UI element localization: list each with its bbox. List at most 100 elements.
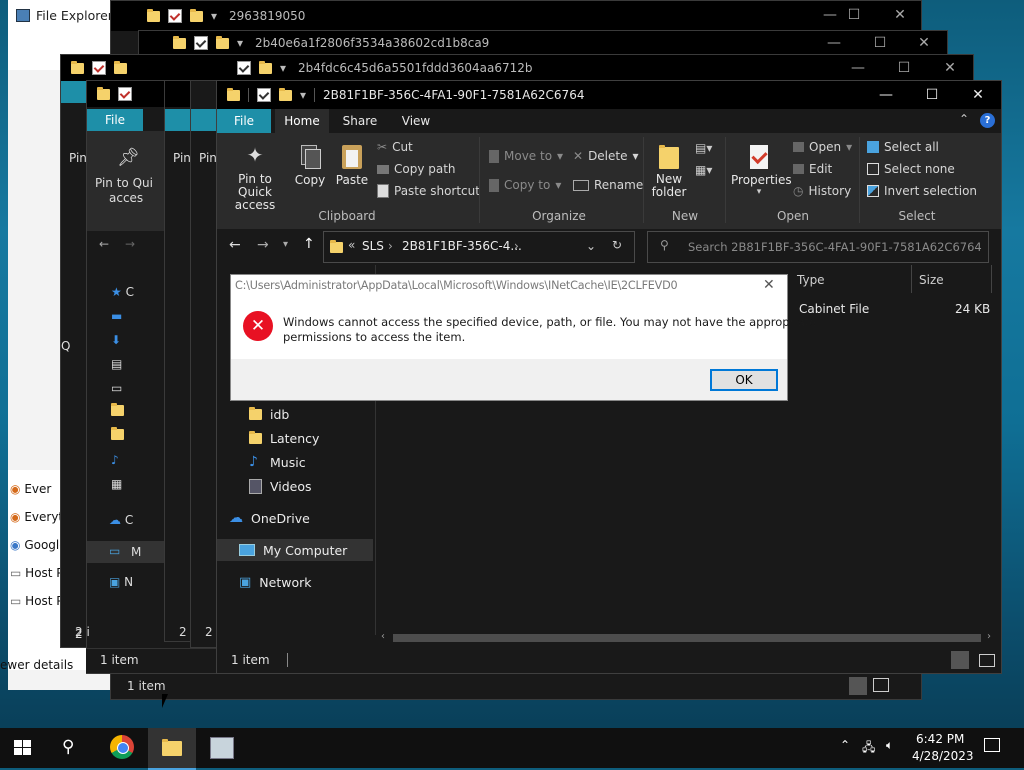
breadcrumb-current[interactable]: 2B81F1BF-356C-4... bbox=[402, 239, 522, 253]
large-icons-view-icon[interactable] bbox=[873, 678, 889, 692]
paste-button[interactable]: Paste bbox=[335, 143, 369, 187]
scroll-thumb[interactable] bbox=[393, 634, 981, 642]
properties-button[interactable]: Properties ▾ bbox=[731, 143, 792, 197]
search-input[interactable]: Search 2B81F1BF-356C-4FA1-90F1-7581A62C6… bbox=[688, 240, 982, 254]
up-arrow-icon[interactable]: ↑ bbox=[303, 236, 315, 252]
start-button[interactable] bbox=[14, 740, 32, 756]
properties-icon[interactable] bbox=[168, 9, 182, 23]
ok-button[interactable]: OK bbox=[710, 369, 778, 391]
chevron-down-icon[interactable]: ▾ bbox=[280, 61, 286, 75]
collapse-ribbon-icon[interactable]: ⌃ bbox=[959, 112, 969, 126]
column-divider[interactable] bbox=[991, 265, 992, 293]
refresh-icon[interactable]: ↻ bbox=[612, 238, 622, 252]
chevron-down-icon[interactable]: ▾ bbox=[237, 36, 243, 50]
file-tab[interactable] bbox=[191, 109, 219, 131]
clock-time[interactable]: 6:42 PM bbox=[916, 732, 964, 746]
select-none-button[interactable]: Select none bbox=[867, 162, 955, 176]
maximize-button[interactable]: ☐ bbox=[857, 29, 903, 57]
new-folder-button[interactable]: New folder bbox=[647, 143, 691, 199]
customize-quick-access-icon[interactable]: ▾ bbox=[300, 88, 306, 102]
tab-view[interactable]: View bbox=[389, 109, 443, 133]
easy-access-icon[interactable]: ▦▾ bbox=[695, 163, 712, 177]
nav-item-onedrive[interactable]: ☁ OneDrive bbox=[229, 507, 310, 529]
copy-to-button[interactable]: Copy to ▾ bbox=[489, 178, 561, 192]
onedrive-icon[interactable]: ☁ C bbox=[109, 513, 133, 527]
chevron-down-icon[interactable]: ▾ bbox=[211, 9, 217, 23]
volume-icon[interactable]: 🔈︎ bbox=[886, 738, 893, 753]
file-explorer-taskbar-button[interactable] bbox=[148, 728, 196, 770]
pin-to-quick-access-button[interactable]: ✦ Pin to Quick access bbox=[223, 143, 287, 212]
copy-path-button[interactable]: Copy path bbox=[377, 162, 456, 176]
error-dialog[interactable]: C:\Users\Administrator\AppData\Local\Mic… bbox=[230, 274, 816, 401]
stacked-window-a-titlebar[interactable]: ▾ 2963819050 — ☐ ✕ bbox=[111, 1, 921, 31]
file-tab[interactable] bbox=[61, 81, 87, 103]
nav-item-idb[interactable]: idb bbox=[249, 403, 289, 425]
nav-item-network[interactable]: ▣ Network bbox=[239, 571, 312, 593]
large-icons-view-icon[interactable] bbox=[979, 654, 995, 667]
tab-home[interactable]: Home bbox=[275, 109, 329, 133]
new-item-icon[interactable]: ▤▾ bbox=[695, 141, 712, 155]
stacked-window-c-titlebar[interactable]: ▾ 2b4fdc6c45d6a5501fddd3604aa6712b — ☐ ✕ bbox=[61, 55, 973, 81]
history-button[interactable]: ◷ History bbox=[793, 184, 851, 198]
scroll-right-icon[interactable]: › bbox=[987, 631, 991, 642]
dialog-close-button[interactable]: ✕ bbox=[763, 277, 775, 293]
column-divider[interactable] bbox=[911, 265, 912, 293]
maximize-button[interactable]: ☐ bbox=[909, 81, 955, 109]
stacked-window-b-titlebar[interactable]: ▾ 2b40e6a1f2806f3534a38602cd1b8ca9 — ☐ ✕ bbox=[139, 31, 947, 55]
network-tray-icon[interactable]: 🖧︎ bbox=[862, 738, 875, 759]
column-header-size[interactable]: Size bbox=[919, 273, 944, 287]
minimize-button[interactable]: — bbox=[863, 81, 909, 109]
nav-item-videos[interactable]: Videos bbox=[249, 475, 312, 497]
network-partial[interactable]: ▣ N bbox=[109, 575, 133, 589]
search-icon[interactable]: ⚲ bbox=[62, 737, 74, 757]
move-to-button[interactable]: Move to ▾ bbox=[489, 149, 563, 163]
maximize-button[interactable]: ☐ bbox=[831, 1, 877, 29]
chrome-icon[interactable] bbox=[110, 735, 134, 759]
invert-selection-button[interactable]: Invert selection bbox=[867, 184, 977, 198]
forward-arrow-icon[interactable]: → bbox=[125, 237, 135, 251]
file-tab[interactable]: File bbox=[87, 109, 143, 131]
scroll-left-icon[interactable]: ‹ bbox=[381, 631, 385, 642]
properties-icon[interactable] bbox=[118, 87, 132, 101]
properties-icon[interactable] bbox=[194, 36, 208, 50]
access-label[interactable]: acces bbox=[109, 191, 143, 205]
address-bar[interactable]: « SLS › 2B81F1BF-356C-4... › ⌄ ↻ bbox=[323, 231, 635, 263]
delete-button[interactable]: ✕ Delete ▾ bbox=[573, 149, 639, 163]
properties-icon[interactable] bbox=[92, 61, 106, 75]
nav-item-latency[interactable]: Latency bbox=[249, 427, 319, 449]
cut-button[interactable]: ✂ Cut bbox=[377, 140, 413, 154]
search-box[interactable]: ⚲ Search 2B81F1BF-356C-4FA1-90F1-7581A62… bbox=[647, 231, 989, 263]
list-item[interactable]: ◉ Ever bbox=[10, 482, 51, 496]
new-folder-quick-icon[interactable] bbox=[279, 87, 292, 101]
back-arrow-icon[interactable]: ← bbox=[229, 237, 241, 253]
show-hidden-icons-icon[interactable]: ⌃ bbox=[840, 738, 850, 752]
back-arrow-icon[interactable]: ← bbox=[99, 237, 109, 251]
close-button[interactable]: ✕ bbox=[901, 29, 947, 57]
copy-button[interactable]: Copy bbox=[293, 143, 327, 187]
column-header-type[interactable]: Type bbox=[797, 273, 825, 287]
details-view-icon[interactable] bbox=[849, 677, 867, 695]
rename-button[interactable]: Rename bbox=[573, 178, 643, 192]
recent-locations-icon[interactable]: ▾ bbox=[283, 239, 288, 250]
nav-item-my-computer[interactable]: My Computer bbox=[217, 539, 373, 561]
minimize-button[interactable]: — bbox=[835, 54, 881, 82]
clock-date[interactable]: 4/28/2023 bbox=[912, 749, 974, 763]
pin-label[interactable]: Pin to Qui bbox=[95, 176, 153, 190]
app-icon[interactable] bbox=[210, 737, 234, 759]
open-button[interactable]: Open ▾ bbox=[793, 140, 852, 154]
close-button[interactable]: ✕ bbox=[877, 1, 923, 29]
view-toggle[interactable] bbox=[711, 675, 909, 697]
breadcrumb-overflow[interactable]: « bbox=[348, 238, 355, 252]
forward-arrow-icon[interactable]: → bbox=[257, 237, 269, 253]
minimize-button[interactable]: — bbox=[811, 29, 857, 57]
pin-icon[interactable]: 📌︎ bbox=[117, 147, 140, 168]
properties-icon[interactable] bbox=[237, 61, 251, 75]
details-view-icon[interactable] bbox=[951, 651, 969, 669]
address-dropdown-icon[interactable]: ⌄ bbox=[586, 239, 596, 253]
maximize-button[interactable]: ☐ bbox=[881, 54, 927, 82]
properties-quick-icon[interactable] bbox=[257, 88, 271, 102]
nav-item-music[interactable]: ♪ Music bbox=[249, 451, 306, 473]
breadcrumb-sls[interactable]: SLS bbox=[362, 239, 384, 253]
tab-share[interactable]: Share bbox=[333, 109, 387, 133]
tab-file[interactable]: File bbox=[217, 109, 271, 133]
